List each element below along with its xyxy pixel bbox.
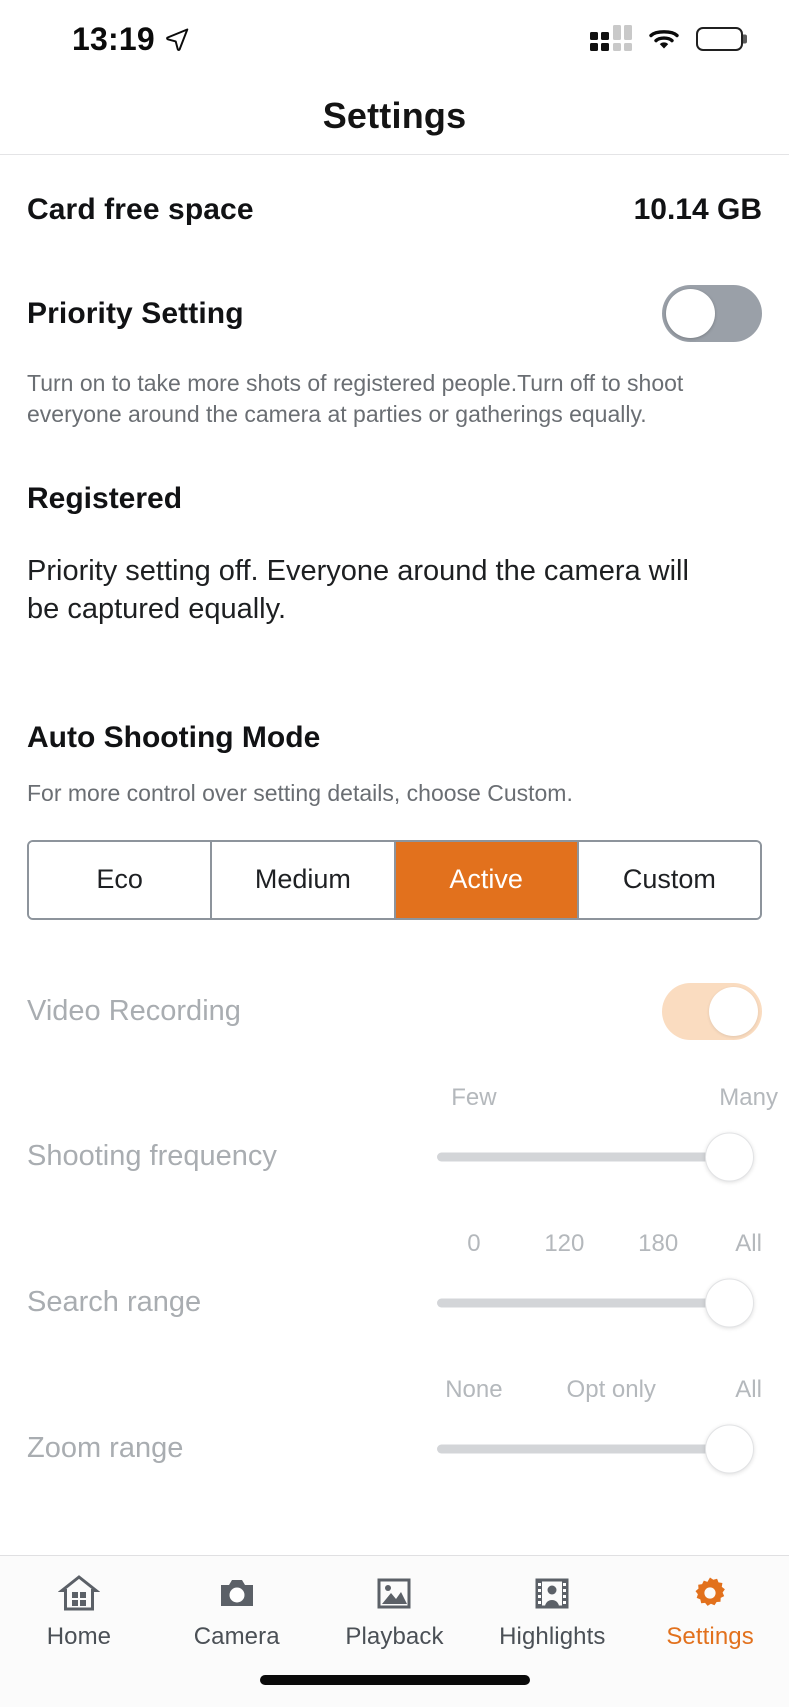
tab-label: Playback: [345, 1623, 444, 1650]
custom-settings-block: Video Recording Few Many Shooting freque…: [27, 982, 778, 1480]
status-bar-right: [589, 25, 747, 51]
tab-label: Home: [46, 1623, 112, 1650]
toggle-knob: [709, 987, 758, 1037]
tick-label: 180: [638, 1229, 679, 1257]
card-free-space-label: Card free space: [27, 193, 254, 226]
tab-label: Settings: [666, 1623, 754, 1650]
tick-label: 0: [467, 1229, 481, 1257]
segment-medium[interactable]: Medium: [212, 841, 396, 918]
tick-label: None: [445, 1375, 503, 1403]
tab-highlights[interactable]: Highlights: [473, 1574, 631, 1651]
cellular-signal-icon: [589, 25, 632, 51]
camera-icon: [220, 1580, 253, 1606]
page-title: Settings: [322, 95, 467, 136]
video-recording-toggle: [662, 983, 762, 1041]
tab-settings[interactable]: Settings: [631, 1574, 789, 1651]
nav-bar: Settings: [0, 78, 789, 154]
priority-setting-row: Priority Setting: [27, 285, 762, 342]
video-recording-row: Video Recording: [27, 982, 762, 1042]
slider-thumb: [705, 1132, 754, 1182]
tick-label: All: [735, 1229, 762, 1257]
location-arrow-icon: [165, 28, 189, 51]
tick-label: Opt only: [566, 1375, 656, 1403]
shooting-frequency-group: Few Many Shooting frequency: [27, 1083, 778, 1188]
shooting-frequency-row: Shooting frequency: [27, 1126, 762, 1188]
zoom-range-ticks: None Opt only All: [427, 1376, 762, 1408]
priority-setting-label: Priority Setting: [27, 296, 244, 330]
tab-label: Camera: [193, 1623, 280, 1650]
shooting-frequency-slider: [427, 1126, 754, 1188]
segment-eco[interactable]: Eco: [29, 841, 213, 918]
settings-scroll-area[interactable]: Card free space 10.14 GB Priority Settin…: [0, 155, 789, 1555]
registered-body-text: Priority setting off. Everyone around th…: [27, 554, 689, 626]
zoom-range-slider: [427, 1418, 754, 1480]
video-recording-label: Video Recording: [27, 995, 241, 1028]
zoom-range-group: None Opt only All Zoom range: [27, 1376, 762, 1480]
tick-label: 120: [544, 1229, 585, 1257]
segment-custom[interactable]: Custom: [578, 841, 760, 918]
shooting-frequency-label: Shooting frequency: [27, 1140, 277, 1173]
auto-shooting-mode-segmented-control[interactable]: Eco Medium Active Custom: [27, 839, 762, 920]
status-time: 13:19: [72, 21, 155, 57]
phone-screen: 13:19 Settings Card free space 10.14 GB …: [0, 0, 789, 1707]
slider-track: [437, 1444, 716, 1454]
slider-thumb: [705, 1424, 754, 1474]
tab-home[interactable]: Home: [0, 1574, 158, 1651]
zoom-range-row: Zoom range: [27, 1418, 762, 1480]
tab-label: Highlights: [499, 1623, 606, 1650]
zoom-range-label: Zoom range: [27, 1432, 184, 1465]
auto-shooting-mode-heading: Auto Shooting Mode: [27, 720, 321, 754]
tab-playback[interactable]: Playback: [316, 1574, 474, 1651]
shooting-frequency-ticks: Few Many: [427, 1083, 778, 1116]
toggle-knob: [666, 289, 715, 338]
slider-track: [437, 1298, 716, 1308]
search-range-slider: [427, 1272, 754, 1334]
slider-thumb: [705, 1278, 754, 1328]
registered-heading: Registered: [27, 481, 183, 515]
card-free-space-row: Card free space 10.14 GB: [27, 193, 762, 227]
photo-icon: [377, 1578, 411, 1609]
status-bar-left: 13:19: [72, 23, 190, 55]
segment-active[interactable]: Active: [395, 841, 579, 918]
card-free-space-value: 10.14 GB: [633, 193, 762, 226]
home-icon: [57, 1575, 100, 1611]
search-range-ticks: 0 120 180 All: [427, 1230, 762, 1262]
auto-shooting-mode-description: For more control over setting details, c…: [27, 779, 573, 806]
film-portrait-icon: [535, 1578, 569, 1609]
slider-track: [437, 1152, 716, 1162]
battery-full-icon: [696, 27, 747, 51]
tick-label: Many: [719, 1083, 778, 1111]
wifi-icon: [649, 30, 679, 49]
gear-icon: [695, 1577, 725, 1606]
tab-camera[interactable]: Camera: [158, 1574, 316, 1651]
search-range-label: Search range: [27, 1286, 202, 1319]
status-bar: 13:19: [0, 0, 789, 78]
tick-label: All: [735, 1375, 762, 1403]
tick-label: Few: [451, 1083, 497, 1111]
priority-setting-toggle[interactable]: [662, 285, 762, 342]
search-range-row: Search range: [27, 1272, 762, 1334]
priority-setting-description: Turn on to take more shots of registered…: [27, 370, 684, 427]
search-range-group: 0 120 180 All Search range: [27, 1230, 762, 1334]
home-indicator: [259, 1675, 530, 1685]
